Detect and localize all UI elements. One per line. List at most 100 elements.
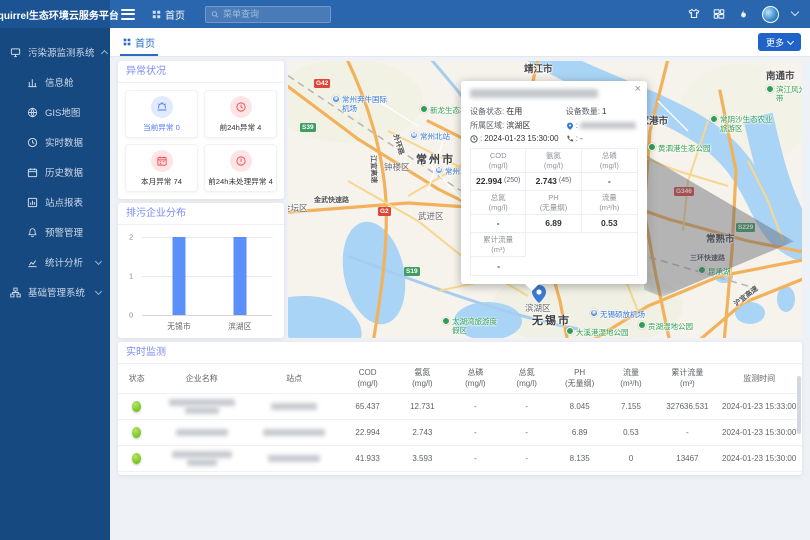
- road-badge: S19: [404, 267, 420, 276]
- map-label-district: 滨湖区: [525, 302, 551, 314]
- sidebar-item-site-report[interactable]: 站点报表: [0, 187, 110, 217]
- sidebar-item-label: 污染源监测系统: [28, 45, 95, 59]
- sidebar-item-base-system[interactable]: 基础管理系统: [0, 277, 110, 307]
- location-pin-icon: [566, 122, 574, 130]
- base-system-icon: [10, 287, 21, 298]
- address-redacted: [580, 122, 636, 129]
- sidebar-item-pollution-system[interactable]: 污染源监测系统: [0, 37, 110, 67]
- app-logo: Squirrel生态环境云服务平台: [0, 0, 110, 28]
- menu-search: [205, 6, 331, 23]
- airport-icon: ✈: [590, 309, 598, 317]
- content: 异常状况 当前异常 0 前24h异常 4 本月异常 74 前24h未处理异常 4: [110, 57, 810, 540]
- stat-month-abnormal[interactable]: 本月异常 74: [125, 144, 198, 192]
- map-label-city: 南通市: [766, 68, 795, 82]
- site-name-redacted: [248, 455, 340, 462]
- stat-unhandled-abnormal[interactable]: 前24h未处理异常 4: [204, 144, 277, 192]
- monitor-card-title: 实时监测: [118, 342, 802, 364]
- popup-metrics-table: COD(mg/l) 氨氮(mg/l) 总磷(mg/l) 22.994(250) …: [470, 148, 638, 276]
- map-label-road: 金武快速路: [314, 195, 349, 205]
- map-label-district: 金坛区: [288, 202, 308, 214]
- table-row[interactable]: 65.437 12.731 - - 8.045 7.155 327636.531…: [118, 394, 802, 420]
- sidebar-item-label: 信息舱: [45, 75, 74, 89]
- device-count-value: 1: [602, 107, 606, 116]
- stat-label: 前24h未处理异常: [208, 177, 266, 186]
- stats-analysis-icon: [27, 257, 38, 268]
- popup-time: 2024-01-23 15:30:00: [484, 134, 558, 143]
- map-label-park: 太湖湾旅游度假区: [452, 317, 500, 335]
- more-button[interactable]: 更多: [758, 33, 801, 51]
- stat-24h-abnormal[interactable]: 前24h异常 4: [204, 90, 277, 138]
- tab-home[interactable]: 首页: [120, 28, 158, 56]
- realtime-data-icon: [27, 137, 38, 148]
- map-label-district: 钟楼区: [384, 161, 410, 173]
- sidebar-item-stats-analysis[interactable]: 统计分析: [0, 247, 110, 277]
- map-label-transit: 常州奔牛国际机场: [342, 95, 394, 113]
- map-label-road: 江宜高速: [368, 155, 379, 183]
- sidebar-item-history-data[interactable]: 历史数据: [0, 157, 110, 187]
- site-report-icon: [27, 197, 38, 208]
- topbar: Squirrel生态环境云服务平台 首页: [0, 0, 810, 28]
- stat-current-abnormal[interactable]: 当前异常 0: [125, 90, 198, 138]
- alert-manage-icon: [27, 227, 38, 238]
- map-label-transit: 常州北站: [420, 131, 450, 142]
- layout-icon[interactable]: [713, 8, 725, 20]
- sidebar-item-info-cabin[interactable]: 信息舱: [0, 67, 110, 97]
- clock-icon: [230, 96, 252, 118]
- road-badge: S39: [300, 123, 316, 132]
- tabbar: 首页 更多: [110, 28, 810, 57]
- monitor-system-icon: [10, 47, 21, 58]
- nav-home-label: 首页: [165, 7, 185, 22]
- scrollbar-thumb[interactable]: [797, 376, 801, 434]
- map-label-park: 大溪港湿地公园: [576, 327, 629, 338]
- sidebar-item-realtime-data[interactable]: 实时数据: [0, 127, 110, 157]
- station-icon: M: [410, 131, 418, 139]
- bar-chart: 2 1 0 无锡市 滨湖区: [142, 237, 274, 315]
- skin-icon[interactable]: [688, 8, 700, 20]
- region-value: 滨湖区: [506, 120, 530, 131]
- stat-value: 74: [174, 177, 182, 186]
- sidebar-item-label: 站点报表: [45, 195, 83, 209]
- history-data-icon: [27, 167, 38, 178]
- x-label: 滨湖区: [228, 321, 251, 332]
- site-name-redacted: [248, 403, 340, 410]
- region-label: 所属区域:: [470, 120, 504, 131]
- abnormal-status-card: 异常状况 当前异常 0 前24h异常 4 本月异常 74 前24h未处理异常 4: [118, 61, 284, 199]
- realtime-monitor-card: 实时监测 状态 企业名称 站点 COD(mg/l) 氨氮(mg/l) 总磷(mg…: [118, 342, 802, 475]
- calendar-icon: [151, 150, 173, 172]
- x-axis: [142, 315, 272, 316]
- x-label: 无锡市: [167, 321, 190, 332]
- close-icon[interactable]: ×: [635, 83, 641, 95]
- sidebar-item-gis-map[interactable]: GIS地图: [0, 97, 110, 127]
- tab-home-icon: [123, 38, 131, 46]
- nav-home[interactable]: 首页: [152, 7, 185, 22]
- sidebar-item-label: 预警管理: [45, 225, 83, 239]
- tab-home-label: 首页: [135, 35, 155, 50]
- map-label-park: 滨江风光带: [776, 85, 802, 103]
- map-label-transit: 无锡硕放机场: [600, 309, 645, 320]
- avatar[interactable]: [762, 6, 779, 23]
- map-label-city: 靖江市: [524, 61, 553, 75]
- y-tick: 0: [129, 311, 133, 320]
- road-badge: G2: [378, 207, 391, 216]
- menu-toggle-icon[interactable]: [121, 9, 135, 20]
- gridline: [142, 276, 272, 277]
- stat-value: 4: [257, 123, 261, 132]
- chevron-down-icon[interactable]: [791, 8, 799, 16]
- table-row[interactable]: 41.933 3.593 - - 8.135 0 13467 2024-01-2…: [118, 446, 802, 472]
- map-canvas[interactable]: G42 G2 G346 S39 S48 S58 S19 S229 靖江市 南通市…: [288, 61, 802, 338]
- alarm-icon: [151, 96, 173, 118]
- warning-icon: [230, 150, 252, 172]
- device-status-value: 在用: [506, 106, 522, 117]
- table-row[interactable]: 22.994 2.743 - - 6.89 0.53 - 2024-01-23 …: [118, 420, 802, 446]
- stat-value: 4: [269, 177, 273, 186]
- y-tick: 1: [129, 272, 133, 281]
- sidebar-item-alert-manage[interactable]: 预警管理: [0, 217, 110, 247]
- company-name-redacted: [156, 399, 248, 414]
- search-input[interactable]: [223, 9, 325, 19]
- flame-icon[interactable]: [738, 8, 749, 20]
- map-label-park: 常阴沙生态农业旅游区: [720, 115, 778, 133]
- status-dot-green: [132, 427, 141, 438]
- popup-phone: -: [580, 134, 583, 143]
- road-badge: G42: [314, 79, 330, 88]
- chart-card-title: 排污企业分布: [118, 203, 284, 225]
